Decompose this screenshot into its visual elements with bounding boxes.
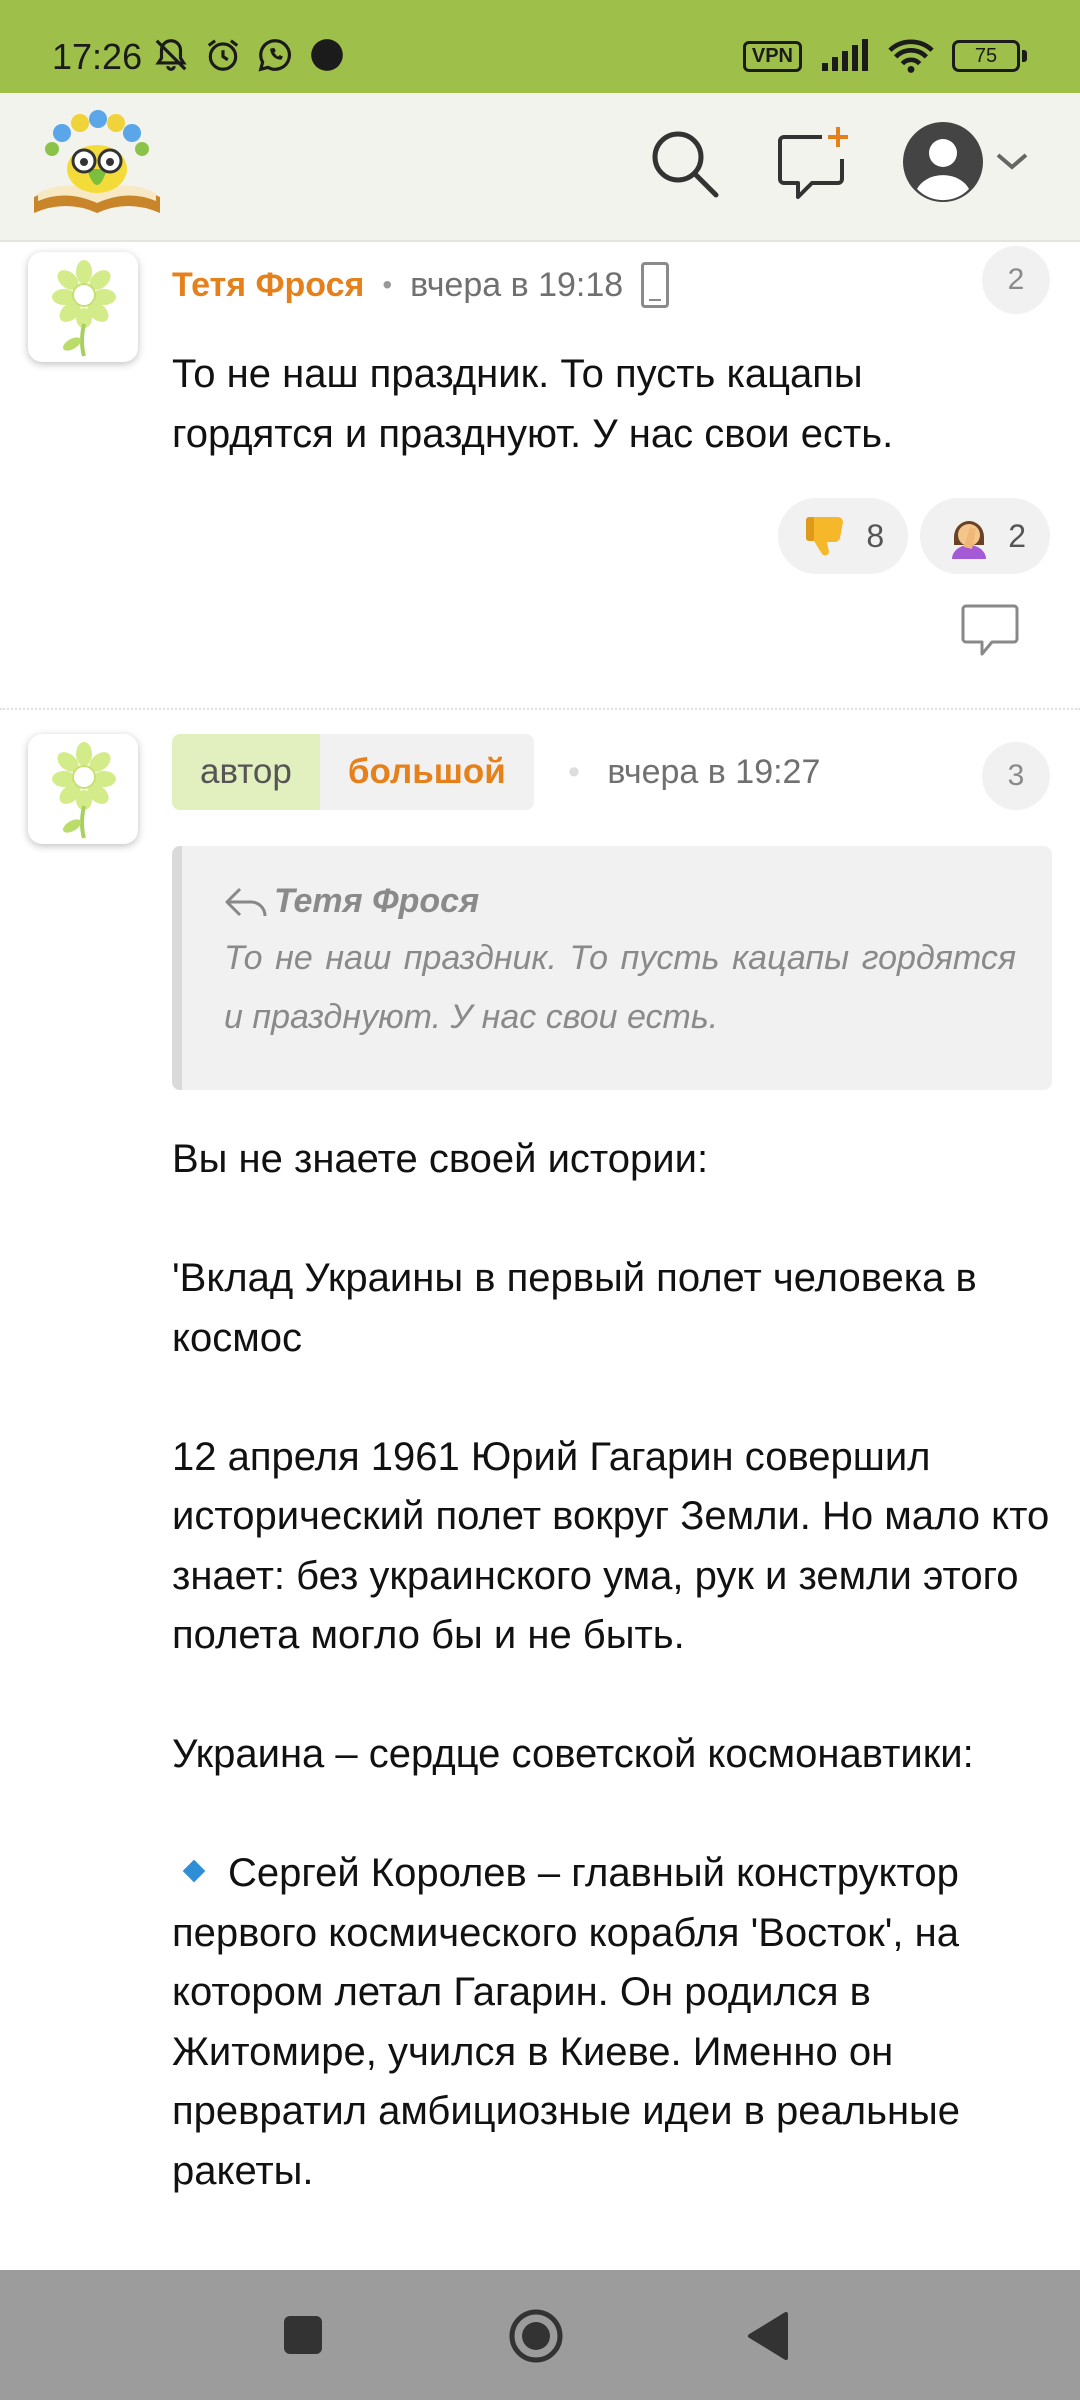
comment-item: Тетя Фрося • вчера в 19:18 2 То не наш п… [0,242,1080,710]
home-circle-icon [509,2309,563,2363]
comment-author[interactable]: Тетя Фрося [172,266,364,305]
system-nav-bar [0,2270,1080,2400]
author-badge: автор [172,734,320,810]
signal-icon [822,39,868,71]
dot-icon [311,39,343,71]
battery-indicator: 75 [952,40,1027,72]
reactions-bar: 8 2 [778,498,1050,574]
recents-button[interactable] [280,2308,328,2367]
comment-time[interactable]: вчера в 19:18 [410,266,623,305]
status-notification-icons [152,36,346,74]
comment-item: автор большой • вчера в 19:27 3 Тетя Фро… [0,710,1080,2270]
author-tags: автор большой [172,734,534,810]
flower-avatar-icon [52,742,116,839]
new-post-button[interactable] [774,125,854,201]
status-right-icons: VPN 75 [742,38,1027,74]
comment-header: Тетя Фрося • вчера в 19:18 [172,262,670,308]
home-button[interactable] [508,2308,564,2369]
reaction-thumbs-down[interactable]: 8 [778,498,909,574]
avatar[interactable] [28,734,138,844]
comment-text: То не наш праздник. То пусть кацапы горд… [172,352,894,456]
status-bar: 17:26 VPN 75 [0,0,1080,93]
paragraph-text: Сергей Королев – главный конструктор пер… [172,1851,961,2193]
chevron-down-icon [996,153,1028,170]
paragraph: 'Вклад Украины в первый полет человека в… [172,1256,977,1360]
whatsapp-icon [258,39,291,72]
wifi-icon [888,39,934,73]
new-post-icon [778,127,848,199]
status-time: 17:26 [52,36,143,77]
reaction-count: 8 [866,517,885,554]
quoted-reply[interactable]: Тетя Фрося То не наш праздник. То пусть … [172,846,1052,1090]
paragraph: 12 апреля 1961 Юрий Гагарин совершил ист… [172,1434,1050,1658]
mute-bell-icon [155,39,187,71]
thumbs-down-emoji [806,517,844,556]
quote-author: Тетя Фрося [274,882,480,920]
bullet-paragraph: Сергей Королев – главный конструктор пер… [172,1844,1052,2201]
comment-number[interactable]: 2 [982,246,1050,314]
back-triangle-icon [748,2312,788,2360]
blue-diamond-icon [182,1860,206,1883]
back-button[interactable] [744,2308,794,2369]
search-button[interactable] [646,125,722,201]
facepalm-emoji [952,521,987,559]
alarm-icon [207,39,239,71]
profile-avatar-icon [903,122,983,202]
mobile-device-icon [641,262,670,308]
profile-avatar-button[interactable] [900,119,986,205]
quote-text: То не наш праздник. То пусть кацапы горд… [224,939,1016,1036]
paragraph: Украина – сердце советской космонавтики: [172,1732,974,1776]
search-icon [652,131,719,198]
app-header [0,93,1080,242]
reply-button[interactable] [960,602,1020,663]
paragraph: Вы не знаете своей истории: [172,1137,709,1181]
comment-number[interactable]: 3 [982,742,1050,810]
comment-author[interactable]: большой [319,734,534,810]
comment-time[interactable]: вчера в 19:27 [607,753,820,791]
recents-square-icon [284,2316,322,2354]
reply-arrow-icon [225,887,267,916]
avatar[interactable] [28,252,138,362]
profile-menu-toggle[interactable] [994,143,1030,179]
app-logo[interactable] [32,109,162,221]
reaction-facepalm[interactable]: 2 [920,498,1050,574]
reaction-count: 2 [1008,517,1026,554]
flower-avatar-icon [52,260,116,357]
vpn-badge: VPN [742,40,802,72]
separator: • [382,269,393,300]
quote-header: Тетя Фрося [224,882,1016,921]
speech-bubble-icon [961,604,1019,656]
separator: • [568,753,580,791]
comment-header: • вчера в 19:27 [568,734,820,810]
comment-body: Вы не знаете своей истории: 'Вклад Украи… [172,1130,1052,2261]
